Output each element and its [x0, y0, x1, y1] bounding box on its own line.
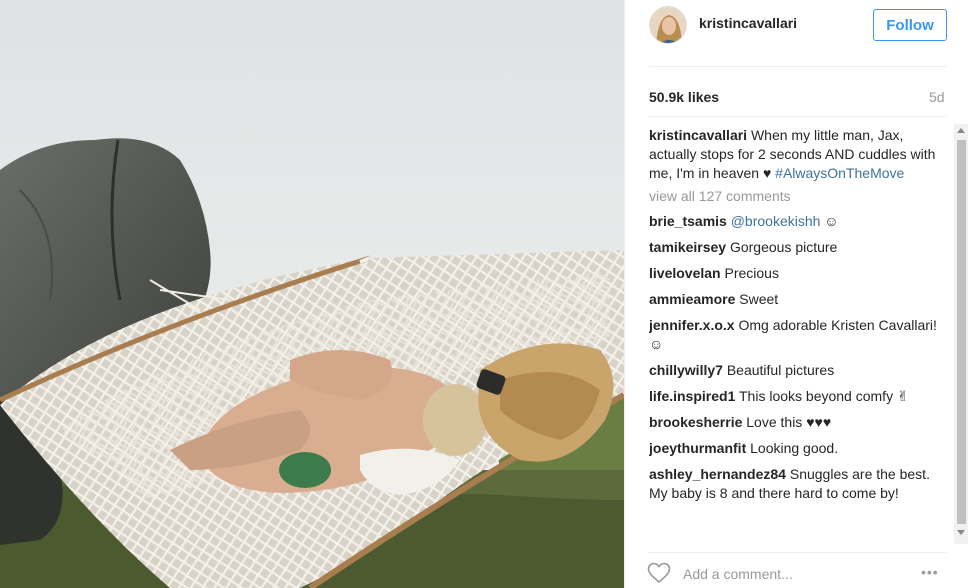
comment: tamikeirsey Gorgeous picture [649, 238, 949, 257]
comment: chillywilly7 Beautiful pictures [649, 361, 949, 380]
comment-username[interactable]: livelovelan [649, 265, 721, 281]
post-details-panel: kristincavallari Follow 50.9k likes 5d k… [624, 0, 970, 588]
comment: ammieamore Sweet [649, 290, 949, 309]
comment-username[interactable]: chillywilly7 [649, 362, 723, 378]
comment-text: Love this ♥♥♥ [742, 414, 832, 430]
comment-mention[interactable]: @brookekishh [731, 213, 821, 229]
scroll-down-icon[interactable] [957, 530, 965, 535]
comment-text: This looks beyond comfy ✌ [735, 388, 909, 404]
caption-hashtag[interactable]: #AlwaysOnTheMove [775, 165, 904, 181]
comment: joeythurmanfit Looking good. [649, 439, 949, 458]
comment-text: Beautiful pictures [722, 362, 835, 378]
comment-username[interactable]: jennifer.x.o.x [649, 317, 735, 333]
scroll-up-icon[interactable] [957, 128, 965, 133]
comment: livelovelan Precious [649, 264, 949, 283]
follow-button[interactable]: Follow [873, 9, 947, 41]
divider [649, 552, 947, 553]
comment: ashley_hernandez84 Snuggles are the best… [649, 465, 949, 503]
comment-text: Gorgeous picture [726, 239, 838, 255]
comment-username[interactable]: brookesherrie [649, 414, 742, 430]
comments-list[interactable]: kristincavallari When my little man, Jax… [649, 126, 949, 544]
post-header: kristincavallari Follow [625, 0, 970, 66]
more-options-icon[interactable]: ••• [921, 564, 939, 580]
post-time[interactable]: 5d [929, 89, 945, 105]
comment: brookesherrie Love this ♥♥♥ [649, 413, 949, 432]
comment-username[interactable]: tamikeirsey [649, 239, 726, 255]
comment-username[interactable]: joeythurmanfit [649, 440, 746, 456]
caption: kristincavallari When my little man, Jax… [649, 126, 949, 183]
comment-text: Sweet [735, 291, 779, 307]
likes-count[interactable]: 50.9k likes [649, 89, 719, 105]
heart-icon[interactable] [647, 562, 671, 584]
comment-text: Precious [720, 265, 779, 281]
comment-username[interactable]: ashley_hernandez84 [649, 466, 786, 482]
comment-username[interactable]: ammieamore [649, 291, 735, 307]
comment: life.inspired1 This looks beyond comfy ✌ [649, 387, 949, 406]
scroll-thumb[interactable] [957, 140, 966, 524]
view-all-comments-link[interactable]: view all 127 comments [649, 187, 949, 206]
comment-username[interactable]: life.inspired1 [649, 388, 735, 404]
post-photo[interactable] [0, 0, 624, 588]
hammock-photo [0, 0, 624, 588]
add-comment-input[interactable] [683, 564, 923, 584]
caption-username[interactable]: kristincavallari [649, 127, 747, 143]
comments-scrollbar[interactable] [954, 124, 968, 544]
comment: jennifer.x.o.x Omg adorable Kristen Cava… [649, 316, 949, 354]
username[interactable]: kristincavallari [699, 15, 797, 31]
comment-username[interactable]: brie_tsamis [649, 213, 727, 229]
avatar[interactable] [649, 6, 687, 44]
comment: brie_tsamis @brookekishh ☺ [649, 212, 949, 231]
comment-text: ☺ [820, 213, 839, 229]
divider [649, 66, 947, 67]
divider [649, 116, 947, 117]
comment-text: Looking good. [746, 440, 839, 456]
